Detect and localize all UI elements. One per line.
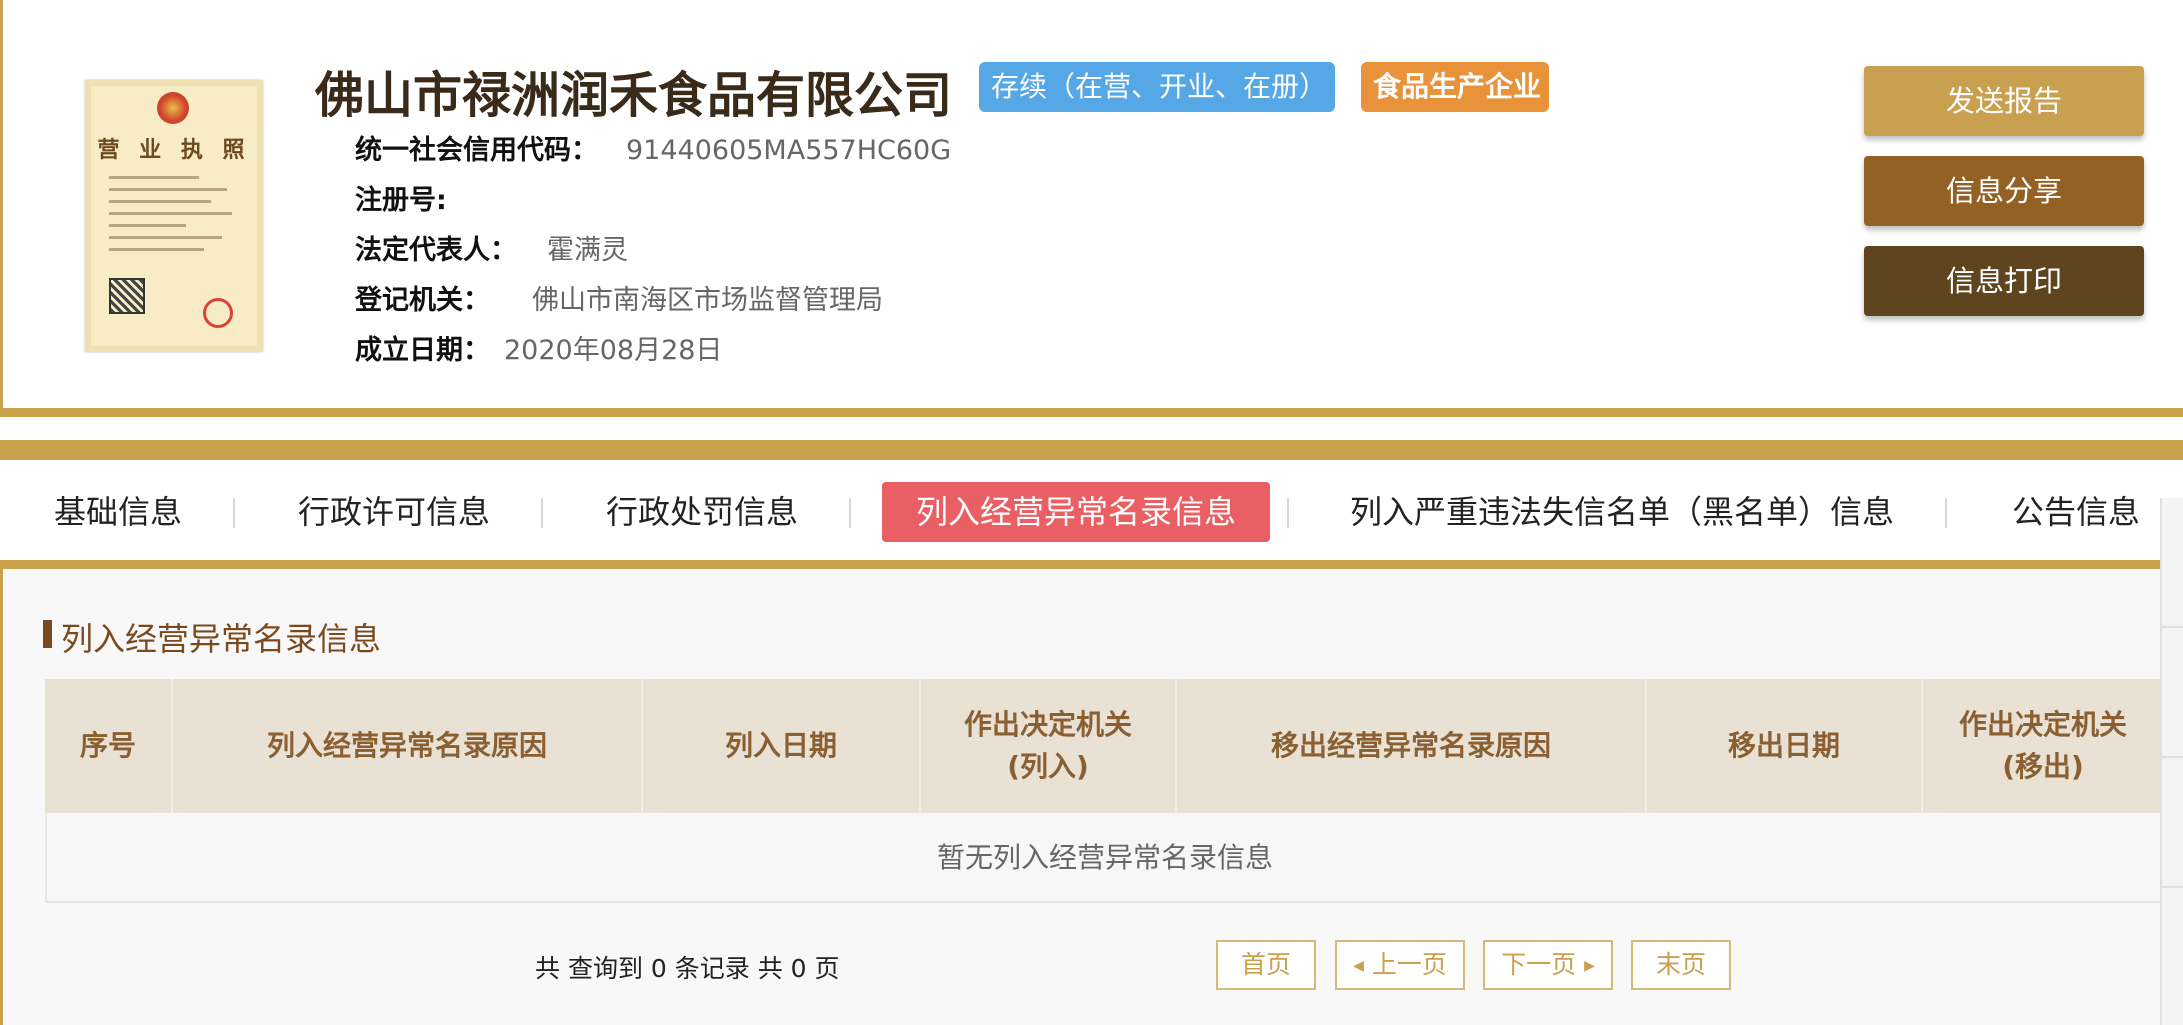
caret-right-icon: ▶ <box>1584 958 1595 974</box>
info-value: 91440605MA557HC60G <box>626 135 952 166</box>
tabs-top-band <box>0 440 2183 460</box>
business-license-image[interactable]: 营 业 执 照 <box>85 80 263 352</box>
print-info-button[interactable]: 信息打印 <box>1864 246 2144 316</box>
caret-left-icon: ◀ <box>1353 958 1364 974</box>
qr-code-icon <box>109 278 145 314</box>
tab-announcements[interactable]: 公告信息 <box>2012 482 2140 542</box>
pager-last-label: 末页 <box>1655 950 1706 979</box>
tab-divider <box>1287 498 1289 528</box>
send-report-button[interactable]: 发送报告 <box>1864 66 2144 136</box>
right-side-scroll-strip[interactable] <box>2160 498 2183 1025</box>
section-title: 列入经营异常名录信息 <box>43 614 381 660</box>
tab-basic-info[interactable]: 基础信息 <box>54 482 182 542</box>
company-header: 营 业 执 照 佛山市禄洲润禾食品有限公司 存续（在营、开业、在册） 食品生产企… <box>0 0 2183 412</box>
company-name: 佛山市禄洲润禾食品有限公司 <box>315 67 953 124</box>
share-info-button[interactable]: 信息分享 <box>1864 156 2144 226</box>
tab-divider <box>541 498 543 528</box>
pager-summary: 共 查询到 0 条记录 共 0 页 <box>535 954 840 983</box>
pager-prev-label: 上一页 <box>1371 950 1447 979</box>
col-header-removal-date: 移出日期 <box>1647 679 1923 813</box>
col-header-removal-reason: 移出经营异常名录原因 <box>1177 679 1647 813</box>
info-row-registration-authority: 登记机关： 佛山市南海区市场监督管理局 <box>355 278 883 317</box>
info-label: 法定代表人： <box>355 235 517 266</box>
enterprise-type-badge: 食品生产企业 <box>1361 62 1549 112</box>
info-label: 成立日期： <box>355 335 490 366</box>
pager-next-label: 下一页 <box>1501 950 1577 979</box>
pager-last-button[interactable]: 末页 <box>1631 940 1731 990</box>
col-header-index: 序号 <box>45 679 173 813</box>
official-seal-icon <box>203 298 233 328</box>
info-row-credit-code: 统一社会信用代码： 91440605MA557HC60G <box>355 128 951 167</box>
info-row-established-date: 成立日期： 2020年08月28日 <box>355 328 722 367</box>
abnormal-list-table: 序号 列入经营异常名录原因 列入日期 作出决定机关 (列入) 移出经营异常名录原… <box>45 679 2163 903</box>
info-label: 注册号: <box>355 185 447 216</box>
pager-prev-button[interactable]: ◀ 上一页 <box>1335 940 1465 990</box>
table-empty-message: 暂无列入经营异常名录信息 <box>45 813 2163 903</box>
info-label: 登记机关： <box>355 285 490 316</box>
pager-first-label: 首页 <box>1240 950 1291 979</box>
info-value: 2020年08月28日 <box>504 335 723 366</box>
col-header-listing-reason: 列入经营异常名录原因 <box>173 679 643 813</box>
tab-administrative-penalty[interactable]: 行政处罚信息 <box>606 482 798 542</box>
license-title: 营 业 执 照 <box>97 137 251 163</box>
national-emblem-icon <box>157 92 189 124</box>
pager-next-button[interactable]: 下一页 ▶ <box>1483 940 1613 990</box>
info-row-registration-number: 注册号: <box>355 178 469 217</box>
header-divider <box>0 408 2183 417</box>
table-header: 序号 列入经营异常名录原因 列入日期 作出决定机关 (列入) 移出经营异常名录原… <box>45 679 2163 813</box>
info-value: 佛山市南海区市场监督管理局 <box>532 285 883 316</box>
pager-first-button[interactable]: 首页 <box>1216 940 1316 990</box>
tab-administrative-license[interactable]: 行政许可信息 <box>298 482 490 542</box>
status-badge: 存续（在营、开业、在册） <box>979 62 1335 112</box>
tab-abnormal-operation-list[interactable]: 列入经营异常名录信息 <box>882 482 1270 542</box>
tab-blacklist-info[interactable]: 列入严重违法失信名单（黑名单）信息 <box>1350 482 1894 542</box>
col-header-removal-authority: 作出决定机关 (移出) <box>1958 708 2127 783</box>
abnormal-list-panel: 列入经营异常名录信息 序号 列入经营异常名录原因 列入日期 作出决定机关 (列入… <box>0 569 2163 1025</box>
col-header-listing-authority: 作出决定机关 (列入) <box>921 679 1177 813</box>
tab-bar: 基础信息 行政许可信息 行政处罚信息 列入经营异常名录信息 列入严重违法失信名单… <box>0 460 2160 562</box>
tab-divider <box>1945 498 1947 528</box>
license-text-lines <box>109 176 237 260</box>
info-row-legal-representative: 法定代表人： 霍满灵 <box>355 228 628 267</box>
info-value: 霍满灵 <box>547 235 628 266</box>
col-header-listing-date: 列入日期 <box>643 679 921 813</box>
tab-divider <box>849 498 851 528</box>
info-label: 统一社会信用代码： <box>355 135 598 166</box>
tab-bar-underline <box>0 560 2160 569</box>
tab-divider <box>233 498 235 528</box>
